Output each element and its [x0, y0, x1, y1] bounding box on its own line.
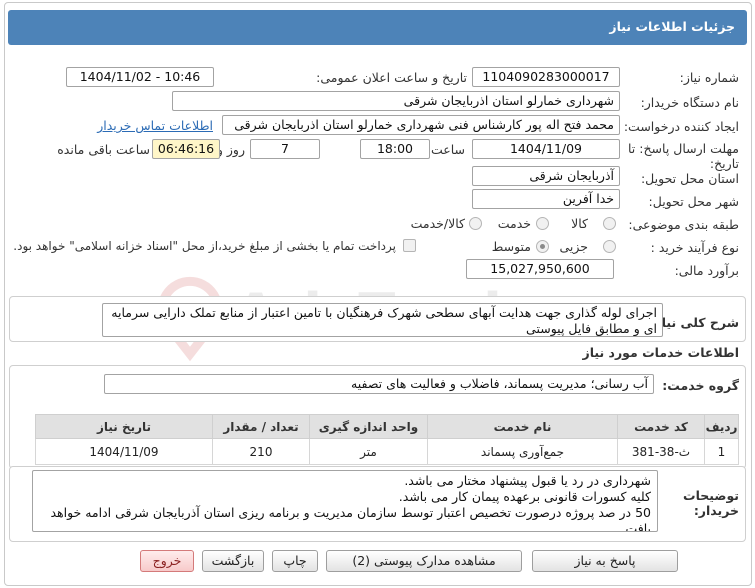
col-quantity: تعداد / مقدار [212, 414, 310, 439]
category-label: طبقه بندی موضوعی: [628, 217, 739, 232]
header-bar: جزئیات اطلاعات نیاز [8, 10, 747, 45]
budget-field: 15,027,950,600 [466, 259, 614, 279]
deadline-date-field: 1404/11/09 [472, 139, 620, 159]
col-service-code: کد خدمت [617, 414, 705, 439]
cell-service-name: جمع‌آوری پسماند [427, 438, 618, 465]
budget-label: برآورد مالی: [674, 263, 739, 278]
process-radio-minor[interactable] [603, 240, 616, 253]
city-field: خدا آفرین [472, 189, 620, 209]
col-row-number: ردیف [704, 414, 739, 439]
col-unit: واحد اندازه گیری [309, 414, 428, 439]
deadline-date-label: تاریخ: [709, 156, 739, 171]
col-need-date: تاریخ نیاز [35, 414, 213, 439]
notes-line-1: شهرداری در رد یا قبول پیشنهاد مختار می ب… [404, 473, 651, 488]
buyer-notes-textarea: شهرداری در رد یا قبول پیشنهاد مختار می ب… [32, 470, 658, 532]
need-number-label: شماره نیاز: [679, 70, 739, 85]
services-table: ردیف کد خدمت نام خدمت واحد اندازه گیری ت… [35, 414, 739, 465]
remaining-time-label: ساعت باقی مانده [57, 142, 150, 157]
need-number-field: 1104090283000017 [472, 67, 620, 87]
exit-button[interactable]: خروج [140, 550, 194, 572]
deadline-time-label: ساعت [430, 142, 465, 157]
cell-need-date: 1404/11/09 [35, 438, 213, 465]
table-header-row: ردیف کد خدمت نام خدمت واحد اندازه گیری ت… [35, 414, 739, 439]
process-label: نوع فرآیند خرید : [650, 240, 739, 255]
buyer-contact-link[interactable]: اطلاعات تماس خریدار [97, 118, 213, 133]
province-field: آذربایجان شرقی [472, 166, 620, 186]
province-label: استان محل تحویل: [640, 171, 739, 186]
announce-datetime-field: 1404/11/02 - 10:46 [66, 67, 214, 87]
process-option-minor: جزیی [559, 239, 588, 254]
cell-service-code: ث-38-381 [617, 438, 705, 465]
notes-label-2: خریدار: [693, 503, 739, 518]
treasury-payment-checkbox[interactable] [403, 239, 416, 252]
treasury-payment-note: پرداخت تمام یا بخشی از مبلغ خرید،از محل … [13, 239, 396, 253]
notes-line-2: کلیه کسورات قانونی برعهده پیمان کار می ب… [398, 489, 651, 504]
city-label: شهر محل تحویل: [648, 194, 739, 209]
days-label: روز و [216, 142, 245, 157]
announce-datetime-label: تاریخ و ساعت اعلان عمومی: [316, 70, 467, 85]
view-attachments-button[interactable]: مشاهده مدارک پیوستی (2) [326, 550, 522, 572]
creator-field: محمد فتح اله پور کارشناس فنی شهرداری خما… [222, 115, 620, 135]
category-radio-service[interactable] [536, 217, 549, 230]
cell-quantity: 210 [212, 438, 310, 465]
col-service-name: نام خدمت [427, 414, 618, 439]
category-radio-goods[interactable] [603, 217, 616, 230]
cell-unit: متر [309, 438, 428, 465]
print-button[interactable]: چاپ [272, 550, 318, 572]
category-option-goods: کالا [571, 216, 588, 231]
table-row: 1 ث-38-381 جمع‌آوری پسماند متر 210 1404/… [35, 438, 739, 465]
buyer-org-label: نام دستگاه خریدار: [640, 95, 739, 110]
days-remaining-field: 7 [250, 139, 320, 159]
process-option-medium: متوسط [491, 239, 531, 254]
process-radio-medium[interactable] [536, 240, 549, 253]
description-textarea: اجرای لوله گذاری جهت هدایت آبهای سطحی شه… [102, 303, 663, 337]
remaining-time-field: 06:46:16 [152, 139, 220, 159]
service-group-field: آب رسانی؛ مدیریت پسماند، فاضلاب و فعالیت… [104, 374, 654, 394]
deadline-time-field: 18:00 [360, 139, 430, 159]
category-radio-both[interactable] [469, 217, 482, 230]
deadline-label: مهلت ارسال پاسخ: تا [628, 141, 739, 156]
services-section-title: اطلاعات خدمات مورد نیاز [582, 345, 740, 360]
buyer-org-field: شهرداری خمارلو استان اذربایجان شرقی [172, 91, 620, 111]
reply-button[interactable]: پاسخ به نیاز [532, 550, 678, 572]
back-button[interactable]: بازگشت [202, 550, 264, 572]
cell-row-number: 1 [704, 438, 739, 465]
category-option-service: خدمت [497, 216, 531, 231]
category-option-both: کالا/خدمت [410, 216, 465, 231]
notes-label-1: توضیحات [683, 488, 739, 503]
notes-line-3: 50 در صد پروژه درصورت تخصیص اعتبار توسط … [50, 505, 651, 532]
service-group-label: گروه خدمت: [662, 378, 739, 393]
creator-label: ایجاد کننده درخواست: [623, 119, 739, 134]
page-title: جزئیات اطلاعات نیاز [609, 19, 735, 34]
